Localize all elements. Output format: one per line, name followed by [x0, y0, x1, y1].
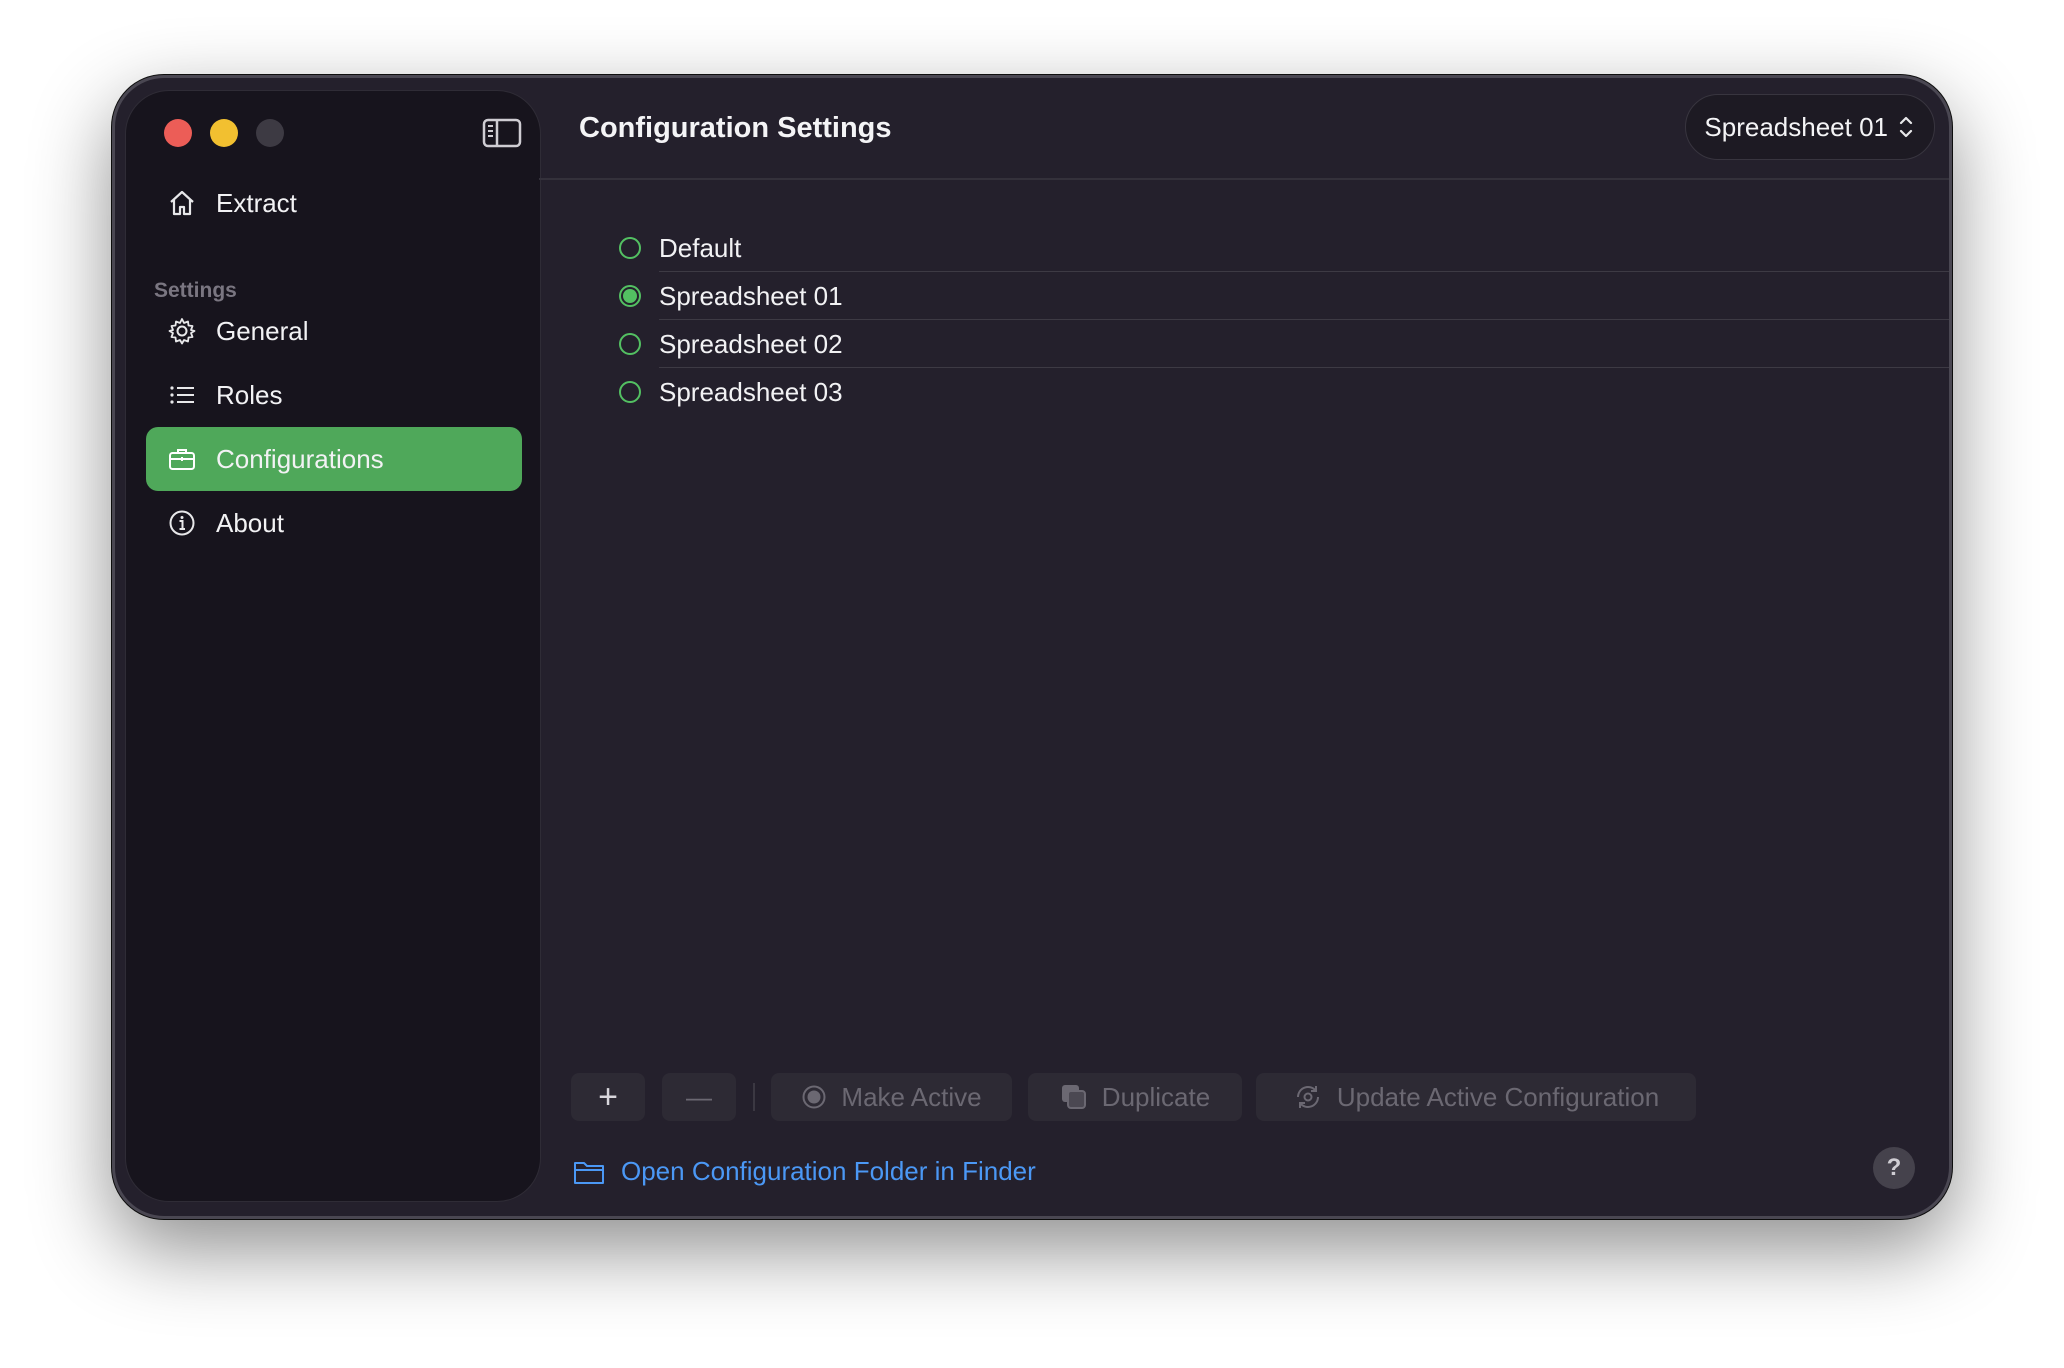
settings-window: Extract Settings General Roles Configura… — [112, 75, 1952, 1219]
make-active-button[interactable]: Make Active — [771, 1073, 1012, 1121]
configuration-label: Spreadsheet 03 — [659, 376, 843, 407]
configuration-selector[interactable]: Spreadsheet 01 — [1685, 94, 1935, 160]
radio-button[interactable] — [619, 333, 641, 355]
sidebar-item-about[interactable]: About — [146, 491, 522, 555]
radio-button[interactable] — [619, 381, 641, 403]
briefcase-icon — [166, 443, 198, 475]
configuration-label: Default — [659, 232, 742, 263]
house-icon — [166, 187, 198, 219]
list-item[interactable]: Spreadsheet 03 — [605, 368, 1949, 416]
configuration-selector-value: Spreadsheet 01 — [1704, 111, 1888, 142]
list-item[interactable]: Default — [605, 224, 1949, 272]
folder-icon — [573, 1159, 605, 1185]
gear-icon — [166, 315, 198, 347]
configuration-list: Default Spreadsheet 01 Spreadsheet 02 Sp… — [605, 224, 1949, 416]
list-item[interactable]: Spreadsheet 02 — [605, 320, 1949, 368]
configuration-label: Spreadsheet 02 — [659, 328, 843, 359]
duplicate-icon — [1060, 1083, 1088, 1111]
add-configuration-button[interactable]: + — [571, 1073, 645, 1121]
sidebar: Extract Settings General Roles Configura… — [125, 90, 541, 1202]
info-icon — [166, 507, 198, 539]
sidebar-toggle-icon[interactable] — [482, 117, 522, 149]
minimize-window-button[interactable] — [210, 119, 238, 147]
sidebar-item-label: Configurations — [216, 443, 384, 474]
sidebar-item-label: Extract — [216, 187, 297, 218]
page-title: Configuration Settings — [579, 112, 892, 144]
help-button[interactable]: ? — [1873, 1147, 1915, 1189]
open-folder-label: Open Configuration Folder in Finder — [621, 1156, 1036, 1186]
remove-configuration-button[interactable]: — — [662, 1073, 736, 1121]
sidebar-item-configurations[interactable]: Configurations — [146, 427, 522, 491]
header-divider — [539, 178, 1949, 180]
update-active-configuration-button[interactable]: Update Active Configuration — [1256, 1073, 1696, 1121]
sidebar-item-label: About — [216, 507, 284, 538]
open-folder-link[interactable]: Open Configuration Folder in Finder — [573, 1156, 1036, 1187]
zoom-window-button[interactable] — [256, 119, 284, 147]
list-icon — [166, 379, 198, 411]
radio-button[interactable] — [619, 237, 641, 259]
sidebar-item-label: Roles — [216, 379, 283, 410]
sync-gear-icon — [1293, 1082, 1323, 1112]
duplicate-button[interactable]: Duplicate — [1028, 1073, 1242, 1121]
close-window-button[interactable] — [164, 119, 192, 147]
toolbar-separator — [753, 1083, 755, 1111]
configuration-label: Spreadsheet 01 — [659, 280, 843, 311]
sidebar-item-label: General — [216, 315, 309, 346]
chevron-up-down-icon — [1899, 116, 1913, 138]
sidebar-item-extract[interactable]: Extract — [146, 171, 522, 235]
sidebar-item-general[interactable]: General — [146, 299, 522, 363]
radio-button[interactable] — [619, 285, 641, 307]
radio-dot-icon — [801, 1084, 827, 1110]
sidebar-item-roles[interactable]: Roles — [146, 363, 522, 427]
list-item[interactable]: Spreadsheet 01 — [605, 272, 1949, 320]
